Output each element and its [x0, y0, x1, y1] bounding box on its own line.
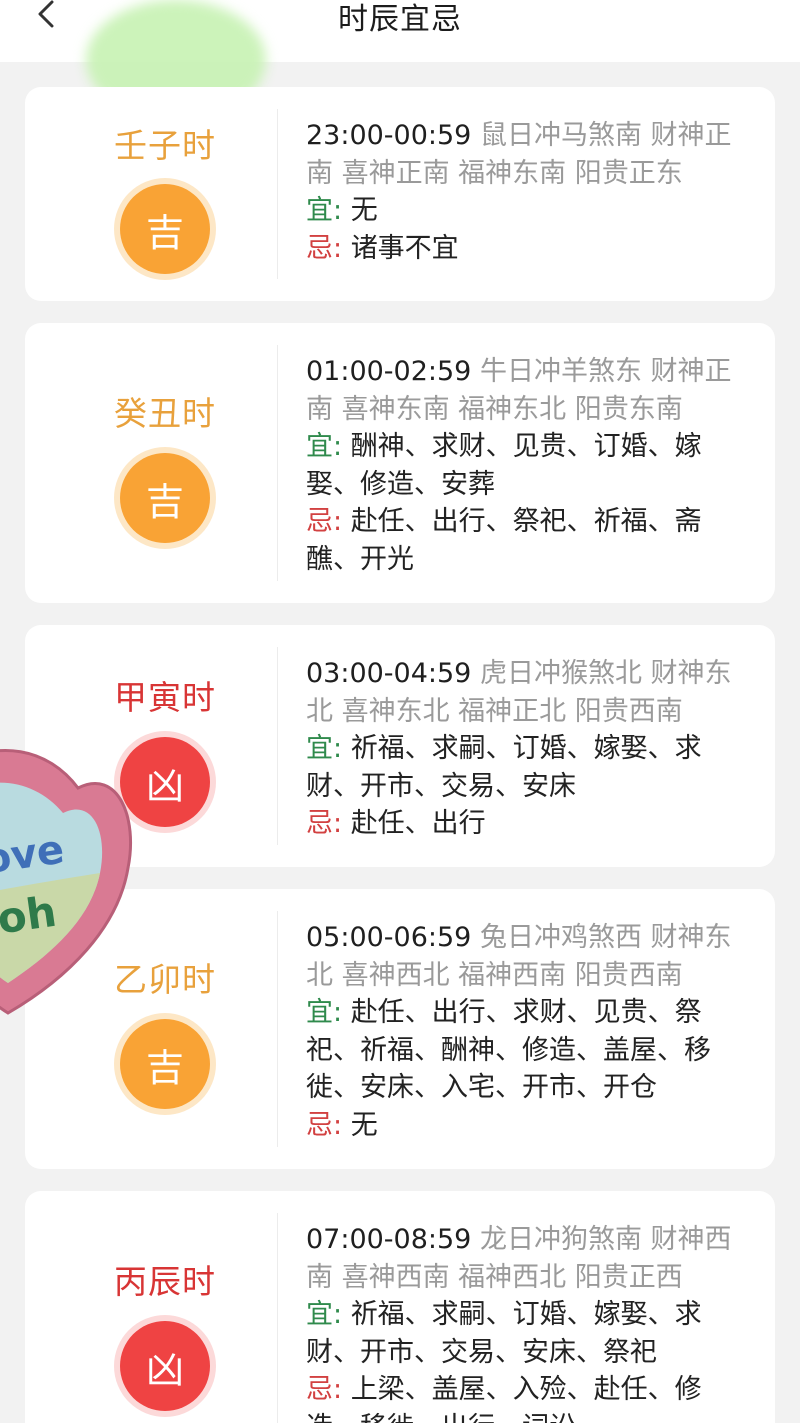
- ji-label: 忌: [306, 1109, 333, 1141]
- yi-line: 宜: 无: [306, 195, 378, 226]
- ji-text: 无: [350, 1109, 378, 1141]
- yi-label: 宜: [306, 431, 333, 462]
- yi-label: 宜: [306, 1299, 333, 1330]
- ji-text: 赴任、出行: [350, 808, 486, 839]
- shichen-card[interactable]: 癸丑时 吉 01:00-02:59 牛日冲羊煞东 财神正南 喜神东南 福神东北 …: [25, 323, 775, 603]
- sticker-text-line2: oh: [0, 887, 59, 944]
- card-divider: [277, 345, 278, 581]
- card-divider: [277, 1213, 278, 1423]
- yi-text: 祈福、求嗣、订婚、嫁娶、求财、开市、交易、安床、祭祀: [306, 1299, 702, 1368]
- card-divider: [277, 911, 278, 1147]
- shichen-name: 丙辰时: [114, 1262, 216, 1301]
- shichen-card[interactable]: 丙辰时 凶 07:00-08:59 龙日冲狗煞南 财神西南 喜神西南 福神西北 …: [25, 1191, 775, 1423]
- yi-label: 宜: [306, 997, 333, 1028]
- ji-line: 忌: 无: [306, 1109, 378, 1141]
- time-range: 07:00-08:59: [306, 1224, 472, 1255]
- fortune-badge: 吉: [120, 184, 210, 274]
- ji-text: 赴任、出行、祭祀、祈福、斋醮、开光: [306, 506, 702, 575]
- ji-label: 忌: [306, 232, 333, 264]
- shichen-name: 癸丑时: [114, 394, 216, 433]
- fortune-badge: 吉: [120, 453, 210, 543]
- time-info-line: 03:00-04:59 虎日冲猴煞北 财神东北 喜神东北 福神正北 阳贵西南: [306, 655, 745, 730]
- ji-label: 忌: [306, 506, 333, 537]
- fortune-badge: 吉: [120, 1019, 210, 1109]
- time-info-line: 07:00-08:59 龙日冲狗煞南 财神西南 喜神西南 福神西北 阳贵正西: [306, 1221, 745, 1296]
- ji-text: 诸事不宜: [350, 232, 459, 264]
- time-info-line: 05:00-06:59 兔日冲鸡煞西 财神东北 喜神西北 福神西南 阳贵西南: [306, 919, 745, 994]
- shichen-details: 23:00-00:59 鼠日冲马煞南 财神正南 喜神正南 福神东南 阳贵正东 宜…: [306, 117, 745, 267]
- shichen-details: 03:00-04:59 虎日冲猴煞北 财神东北 喜神东北 福神正北 阳贵西南 宜…: [306, 655, 745, 843]
- shichen-details: 01:00-02:59 牛日冲羊煞东 财神正南 喜神东南 福神东北 阳贵东南 宜…: [306, 353, 745, 578]
- ji-line: 忌: 诸事不宜: [306, 232, 459, 264]
- yi-line: 宜: 赴任、出行、求财、见贵、祭祀、祈福、酬神、修造、盖屋、移徙、安床、入宅、开…: [306, 997, 711, 1103]
- heart-love-sticker: ove oh: [0, 749, 133, 1015]
- ji-text: 上梁、盖屋、入殓、赴任、修造、移徙、出行、词讼: [306, 1374, 702, 1423]
- shichen-name: 甲寅时: [114, 678, 216, 717]
- yi-text: 赴任、出行、求财、见贵、祭祀、祈福、酬神、修造、盖屋、移徙、安床、入宅、开市、开…: [306, 997, 711, 1103]
- yi-text: 酬神、求财、见贵、订婚、嫁娶、修造、安葬: [306, 431, 702, 500]
- ji-label: 忌: [306, 808, 333, 839]
- yi-line: 宜: 祈福、求嗣、订婚、嫁娶、求财、开市、交易、安床: [306, 733, 702, 802]
- ji-line: 忌: 赴任、出行、祭祀、祈福、斋醮、开光: [306, 506, 702, 575]
- shichen-details: 05:00-06:59 兔日冲鸡煞西 财神东北 喜神西北 福神西南 阳贵西南 宜…: [306, 919, 745, 1144]
- ji-line: 忌: 赴任、出行: [306, 808, 486, 839]
- yi-line: 宜: 酬神、求财、见贵、订婚、嫁娶、修造、安葬: [306, 431, 702, 500]
- yi-text: 无: [350, 195, 378, 226]
- ji-line: 忌: 上梁、盖屋、入殓、赴任、修造、移徙、出行、词讼: [306, 1371, 745, 1423]
- time-info-line: 23:00-00:59 鼠日冲马煞南 财神正南 喜神正南 福神东南 阳贵正东: [306, 117, 745, 192]
- time-range: 03:00-04:59: [306, 658, 472, 689]
- yi-line: 宜: 祈福、求嗣、订婚、嫁娶、求财、开市、交易、安床、祭祀: [306, 1299, 702, 1368]
- shichen-details: 07:00-08:59 龙日冲狗煞南 财神西南 喜神西南 福神西北 阳贵正西 宜…: [306, 1221, 745, 1423]
- time-info-line: 01:00-02:59 牛日冲羊煞东 财神正南 喜神东南 福神东北 阳贵东南: [306, 353, 745, 428]
- time-range: 05:00-06:59: [306, 922, 472, 953]
- time-range: 01:00-02:59: [306, 356, 472, 387]
- yi-text: 祈福、求嗣、订婚、嫁娶、求财、开市、交易、安床: [306, 733, 702, 802]
- ji-label: 忌: [306, 1374, 333, 1405]
- fortune-badge: 凶: [120, 1321, 210, 1411]
- yi-label: 宜: [306, 195, 333, 226]
- yi-label: 宜: [306, 733, 333, 764]
- shichen-card[interactable]: 壬子时 吉 23:00-00:59 鼠日冲马煞南 财神正南 喜神正南 福神东南 …: [25, 87, 775, 301]
- time-range: 23:00-00:59: [306, 120, 472, 151]
- shichen-name: 壬子时: [114, 126, 216, 165]
